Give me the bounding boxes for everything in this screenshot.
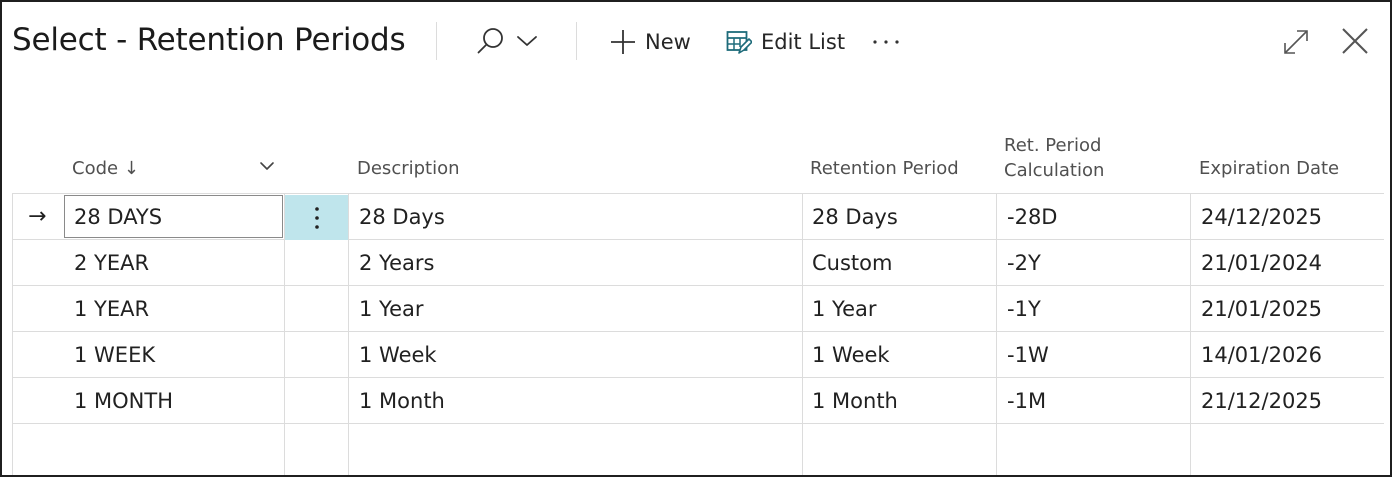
calculation-cell[interactable]: -28D bbox=[1007, 194, 1057, 240]
expand-button[interactable] bbox=[1282, 28, 1310, 56]
empty-new-row[interactable] bbox=[12, 424, 1384, 470]
column-header-retention-period[interactable]: Retention Period bbox=[810, 156, 959, 181]
code-cell[interactable]: 1 MONTH bbox=[74, 378, 173, 424]
expiration-date-cell[interactable]: 24/12/2025 bbox=[1201, 194, 1322, 240]
description-cell[interactable]: 2 Years bbox=[359, 240, 434, 286]
new-button-label: New bbox=[645, 30, 691, 54]
expiration-date-cell[interactable]: 14/01/2026 bbox=[1201, 332, 1322, 378]
code-cell[interactable]: 1 YEAR bbox=[74, 286, 149, 332]
close-icon bbox=[1341, 27, 1369, 55]
description-cell[interactable]: 1 Week bbox=[359, 332, 437, 378]
table-row[interactable]: 1 YEAR 1 Year 1 Year -1Y 21/01/2025 bbox=[12, 286, 1384, 332]
table-row[interactable]: 1 MONTH 1 Month 1 Month -1M 21/12/2025 bbox=[12, 378, 1384, 424]
table-row[interactable]: 1 WEEK 1 Week 1 Week -1W 14/01/2026 bbox=[12, 332, 1384, 378]
retention-period-cell[interactable]: 1 Week bbox=[812, 332, 890, 378]
expand-icon bbox=[1282, 28, 1310, 56]
toolbar-divider bbox=[436, 22, 437, 60]
code-cell[interactable]: 2 YEAR bbox=[74, 240, 149, 286]
ellipsis-icon bbox=[872, 32, 900, 52]
close-button[interactable] bbox=[1341, 27, 1369, 55]
code-cell[interactable]: 1 WEEK bbox=[74, 332, 155, 378]
calculation-cell[interactable]: -2Y bbox=[1007, 240, 1041, 286]
expiration-date-cell[interactable]: 21/12/2025 bbox=[1201, 378, 1322, 424]
retention-periods-window: Select - Retention Periods New Edit List… bbox=[0, 0, 1392, 477]
column-header-description[interactable]: Description bbox=[357, 156, 460, 181]
edit-list-button-label: Edit List bbox=[761, 30, 846, 54]
retention-period-cell[interactable]: 1 Month bbox=[812, 378, 898, 424]
description-cell[interactable]: 1 Month bbox=[359, 378, 445, 424]
description-cell[interactable]: 28 Days bbox=[359, 194, 445, 240]
edit-list-icon bbox=[726, 29, 752, 55]
table-row[interactable]: → 28 DAYS 28 Days 28 Days -28D 24/12/202… bbox=[12, 194, 1384, 240]
selected-row-arrow-icon: → bbox=[28, 204, 47, 229]
column-header-calc-line1: Ret. Period bbox=[1004, 135, 1102, 156]
column-header-code-label: Code bbox=[72, 158, 119, 179]
vertical-ellipsis-icon bbox=[314, 206, 320, 230]
title-bar: Select - Retention Periods New Edit List bbox=[2, 2, 1390, 84]
chevron-down-icon bbox=[259, 160, 275, 172]
plus-icon bbox=[610, 29, 636, 55]
retention-period-cell[interactable]: 28 Days bbox=[812, 194, 898, 240]
retention-periods-table: Code ↓ Description Retention Period Ret.… bbox=[12, 120, 1384, 475]
table-row[interactable]: 2 YEAR 2 Years Custom -2Y 21/01/2024 bbox=[12, 240, 1384, 286]
calculation-cell[interactable]: -1Y bbox=[1007, 286, 1041, 332]
chevron-down-icon bbox=[516, 34, 538, 48]
calculation-cell[interactable]: -1W bbox=[1007, 332, 1049, 378]
search-icon bbox=[476, 26, 506, 56]
edit-list-button[interactable]: Edit List bbox=[726, 26, 845, 58]
code-cell[interactable]: 28 DAYS bbox=[74, 194, 162, 240]
expiration-date-cell[interactable]: 21/01/2025 bbox=[1201, 286, 1322, 332]
column-menu-button[interactable] bbox=[259, 160, 275, 172]
column-header-ret-period-calculation[interactable]: Ret. Period Calculation bbox=[1004, 133, 1104, 183]
search-button[interactable] bbox=[476, 26, 538, 56]
row-actions-button[interactable] bbox=[285, 195, 348, 240]
retention-period-cell[interactable]: 1 Year bbox=[812, 286, 877, 332]
column-header-code[interactable]: Code ↓ bbox=[72, 156, 139, 181]
calculation-cell[interactable]: -1M bbox=[1007, 378, 1046, 424]
description-cell[interactable]: 1 Year bbox=[359, 286, 424, 332]
sort-descending-icon: ↓ bbox=[123, 158, 139, 179]
more-options-button[interactable] bbox=[872, 32, 900, 52]
column-header-calc-line2: Calculation bbox=[1004, 160, 1105, 181]
toolbar-divider bbox=[576, 22, 577, 60]
retention-period-cell[interactable]: Custom bbox=[812, 240, 892, 286]
page-title: Select - Retention Periods bbox=[12, 22, 406, 58]
expiration-date-cell[interactable]: 21/01/2024 bbox=[1201, 240, 1322, 286]
new-button[interactable]: New bbox=[610, 26, 691, 58]
column-header-expiration-date[interactable]: Expiration Date bbox=[1199, 156, 1339, 181]
